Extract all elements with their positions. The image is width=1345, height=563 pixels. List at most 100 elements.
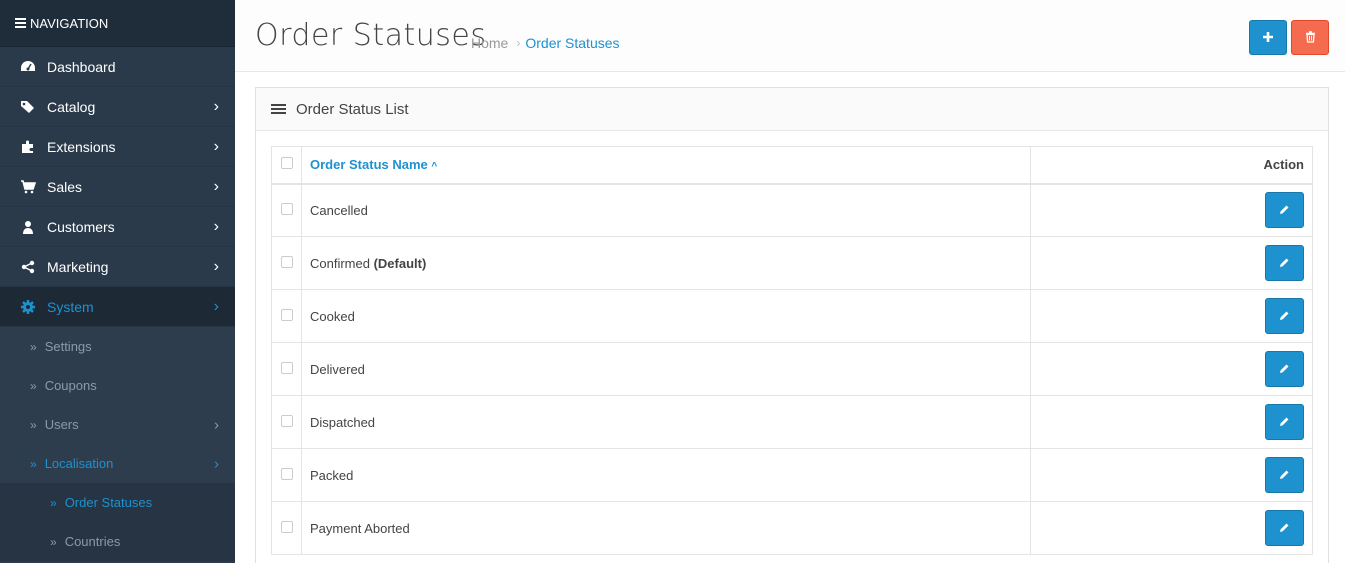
chevron-right-icon: › xyxy=(214,455,219,472)
sidebar-item-system[interactable]: System › xyxy=(0,287,235,327)
action-cell xyxy=(1030,395,1313,449)
chevron-right-icon: › xyxy=(213,257,219,275)
status-name: Dispatched xyxy=(310,414,376,430)
sort-ascending-icon: ^ xyxy=(431,161,438,173)
chevron-right-icon: › xyxy=(213,97,219,115)
pencil-icon xyxy=(1279,362,1290,377)
row-checkbox[interactable] xyxy=(280,308,293,321)
chevron-right-icon: › xyxy=(213,297,219,315)
table-row: Cooked xyxy=(271,289,1313,343)
sidebar-subitem-order-statuses[interactable]: » Order Statuses xyxy=(0,483,235,522)
status-name-cell: Confirmed (Default) xyxy=(301,236,1031,290)
action-cell xyxy=(1030,448,1313,502)
row-checkbox[interactable] xyxy=(280,520,293,533)
edit-button[interactable] xyxy=(1265,298,1304,334)
table-row: Delivered xyxy=(271,342,1313,396)
status-name-cell: Payment Aborted xyxy=(301,501,1031,555)
share-icon xyxy=(20,259,36,275)
delete-button[interactable] xyxy=(1291,20,1329,55)
order-status-panel: Order Status List Order Status Name ^ Ac… xyxy=(255,87,1329,563)
sidebar-subitem-localisation[interactable]: » Localisation › xyxy=(0,444,235,483)
sidebar-item-dashboard[interactable]: Dashboard xyxy=(0,47,235,87)
table-row: Payment Aborted xyxy=(271,501,1313,555)
edit-button[interactable] xyxy=(1265,245,1304,281)
sidebar-item-sales[interactable]: Sales › xyxy=(0,167,235,207)
column-header-action: Action xyxy=(1030,146,1313,185)
status-name: Delivered xyxy=(310,361,365,377)
select-all-checkbox[interactable] xyxy=(280,157,293,170)
status-name: Cooked xyxy=(310,308,355,324)
action-cell xyxy=(1030,236,1313,290)
row-checkbox[interactable] xyxy=(280,255,293,268)
sidebar-subitem-label: Settings xyxy=(44,339,92,354)
select-all-cell xyxy=(271,146,302,185)
double-chevron-icon: » xyxy=(30,417,37,432)
column-header-name[interactable]: Order Status Name ^ xyxy=(301,146,1031,185)
sidebar: NAVIGATION Dashboard Catalog › Extension… xyxy=(0,0,235,563)
row-checkbox[interactable] xyxy=(280,414,293,427)
tags-icon xyxy=(20,99,36,115)
status-name-cell: Packed xyxy=(301,448,1031,502)
sidebar-item-customers[interactable]: Customers › xyxy=(0,207,235,247)
action-cell xyxy=(1030,289,1313,343)
breadcrumb-current[interactable]: Order Statuses xyxy=(525,35,619,51)
page-title: Order Statuses xyxy=(255,18,487,53)
default-label: (Default) xyxy=(373,255,427,271)
sidebar-subitem-coupons[interactable]: » Coupons xyxy=(0,366,235,405)
table-row: Cancelled xyxy=(271,183,1313,237)
table-row: Confirmed (Default) xyxy=(271,236,1313,290)
double-chevron-icon: » xyxy=(30,339,37,354)
double-chevron-icon: » xyxy=(50,495,57,510)
action-cell xyxy=(1030,501,1313,555)
navigation-header[interactable]: NAVIGATION xyxy=(0,0,235,47)
edit-button[interactable] xyxy=(1265,192,1304,229)
row-select-cell xyxy=(271,448,302,502)
edit-button[interactable] xyxy=(1265,351,1304,387)
row-select-cell xyxy=(271,236,302,290)
sidebar-item-catalog[interactable]: Catalog › xyxy=(0,87,235,127)
pencil-icon xyxy=(1279,203,1290,218)
sidebar-item-extensions[interactable]: Extensions › xyxy=(0,127,235,167)
chevron-right-icon: › xyxy=(213,177,219,195)
trash-icon xyxy=(1305,30,1316,46)
add-button[interactable] xyxy=(1249,20,1287,55)
row-checkbox[interactable] xyxy=(280,361,293,374)
status-name-cell: Cooked xyxy=(301,289,1031,343)
panel-heading: Order Status List xyxy=(256,88,1328,131)
breadcrumb-home[interactable]: Home xyxy=(471,35,508,51)
list-icon xyxy=(271,102,286,116)
double-chevron-icon: » xyxy=(30,456,37,471)
action-cell xyxy=(1030,183,1313,237)
double-chevron-icon: » xyxy=(50,534,57,549)
sidebar-item-label: Dashboard xyxy=(47,58,116,75)
sidebar-item-label: System xyxy=(47,298,94,315)
status-name: Payment Aborted xyxy=(310,520,410,536)
pencil-icon xyxy=(1279,521,1290,536)
chevron-right-icon: › xyxy=(214,416,219,433)
row-select-cell xyxy=(271,395,302,449)
edit-button[interactable] xyxy=(1265,510,1304,546)
row-select-cell xyxy=(271,289,302,343)
status-name: Confirmed xyxy=(310,255,370,271)
pencil-icon xyxy=(1279,468,1290,483)
main-content: Order Statuses Home › Order Statuses Ord… xyxy=(235,0,1345,563)
navigation-label: NAVIGATION xyxy=(30,15,109,31)
sidebar-subitem-countries[interactable]: » Countries xyxy=(0,522,235,561)
sidebar-item-label: Sales xyxy=(47,178,83,195)
breadcrumb: Home › Order Statuses xyxy=(471,35,620,51)
sidebar-subitem-users[interactable]: » Users › xyxy=(0,405,235,444)
table-row: Dispatched xyxy=(271,395,1313,449)
row-checkbox[interactable] xyxy=(280,467,293,480)
edit-button[interactable] xyxy=(1265,404,1304,440)
breadcrumb-separator: › xyxy=(516,36,521,50)
status-name: Packed xyxy=(310,467,354,483)
cart-icon xyxy=(20,179,36,195)
edit-button[interactable] xyxy=(1265,457,1304,493)
chevron-right-icon: › xyxy=(213,137,219,155)
status-name-cell: Cancelled xyxy=(301,183,1031,237)
sidebar-subitem-label: Users xyxy=(44,417,79,432)
sidebar-item-marketing[interactable]: Marketing › xyxy=(0,247,235,287)
row-checkbox[interactable] xyxy=(280,202,293,215)
sidebar-subitem-settings[interactable]: » Settings xyxy=(0,327,235,366)
status-name: Cancelled xyxy=(310,202,368,218)
